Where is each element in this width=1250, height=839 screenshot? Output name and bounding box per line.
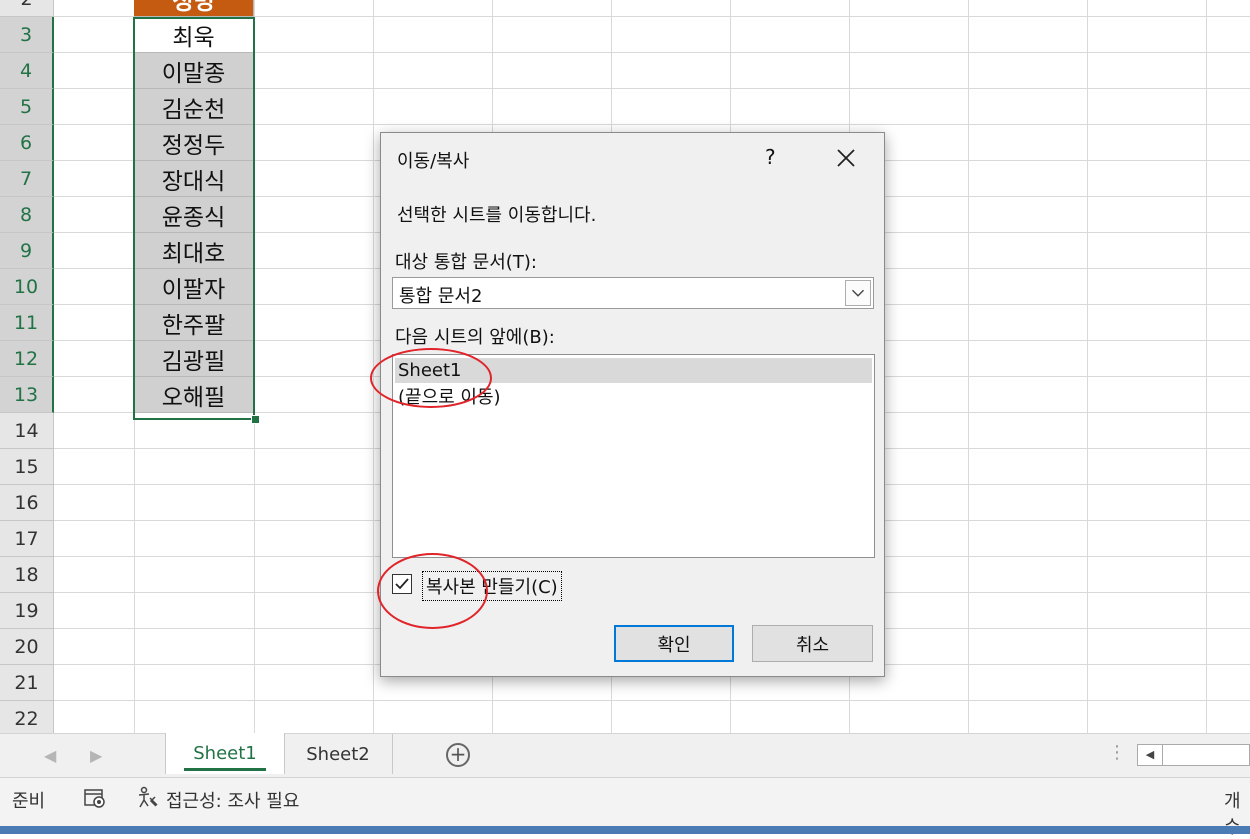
name-cell[interactable]: 최욱: [134, 17, 254, 53]
close-icon[interactable]: [833, 145, 859, 171]
row-header[interactable]: 22: [0, 701, 54, 733]
name-cell[interactable]: 윤종식: [134, 197, 254, 233]
tab-splitter-handle[interactable]: ⋮: [1108, 742, 1126, 763]
row-gridline: [54, 700, 1250, 701]
row-header[interactable]: 21: [0, 665, 54, 701]
list-item-move-to-end[interactable]: (끝으로 이동): [395, 383, 872, 408]
row-header[interactable]: 20: [0, 629, 54, 665]
target-workbook-value: 통합 문서2: [399, 286, 483, 307]
list-item-label: (끝으로 이동): [398, 386, 501, 408]
row-header[interactable]: 19: [0, 593, 54, 629]
horizontal-scrollbar[interactable]: ◀: [1137, 744, 1250, 766]
row-header[interactable]: 11: [0, 305, 54, 341]
name-cell[interactable]: 오해필: [134, 377, 254, 413]
macro-record-icon[interactable]: [84, 788, 106, 808]
name-cell[interactable]: 이팔자: [134, 269, 254, 305]
row-header[interactable]: 13: [0, 377, 54, 413]
row-header[interactable]: 4: [0, 53, 54, 89]
active-tab-underline: [184, 768, 266, 771]
tab-sheet2[interactable]: Sheet2: [284, 734, 393, 774]
make-copy-checkbox[interactable]: [392, 574, 412, 594]
tab-sheet1[interactable]: Sheet1: [165, 733, 285, 774]
name-cell[interactable]: 김순천: [134, 89, 254, 125]
name-cell[interactable]: 한주팔: [134, 305, 254, 341]
sheet-tab-bar: ◀ ▶ Sheet1 Sheet2 + ⋮ ◀: [0, 733, 1250, 778]
target-workbook-select[interactable]: 통합 문서2: [392, 277, 874, 309]
checkmark-icon: [395, 578, 409, 590]
next-sheet-icon[interactable]: ▶: [90, 746, 102, 765]
before-sheet-list[interactable]: Sheet1 (끝으로 이동): [392, 354, 875, 558]
row-header[interactable]: 9: [0, 233, 54, 269]
make-copy-label[interactable]: 복사본 만들기(C): [422, 571, 562, 601]
move-copy-dialog: 이동/복사 ? 선택한 시트를 이동합니다. 대상 통합 문서(T): 통합 문…: [380, 132, 885, 677]
row-header[interactable]: 5: [0, 89, 54, 125]
scroll-left-icon[interactable]: ◀: [1138, 745, 1163, 765]
tab-sheet1-label: Sheet1: [193, 743, 257, 764]
dialog-title: 이동/복사: [397, 151, 470, 172]
row-header[interactable]: 2: [0, 0, 54, 17]
fill-handle[interactable]: [251, 415, 260, 424]
column-gridline: [1087, 0, 1088, 733]
row-header[interactable]: 7: [0, 161, 54, 197]
name-cell[interactable]: 성명: [134, 0, 254, 17]
before-sheet-label: 다음 시트의 앞에(B):: [395, 327, 555, 348]
cancel-button[interactable]: 취소: [752, 625, 873, 662]
row-header[interactable]: 17: [0, 521, 54, 557]
name-cell[interactable]: 이말종: [134, 53, 254, 89]
help-button[interactable]: ?: [765, 145, 776, 169]
row-header[interactable]: 14: [0, 413, 54, 449]
ok-button[interactable]: 확인: [614, 625, 734, 662]
add-sheet-icon[interactable]: +: [446, 743, 470, 767]
list-item-label: Sheet1: [398, 360, 462, 381]
row-header[interactable]: 15: [0, 449, 54, 485]
name-cell[interactable]: 정정두: [134, 125, 254, 161]
column-gridline: [968, 0, 969, 733]
tab-sheet2-label: Sheet2: [306, 743, 370, 765]
column-gridline: [373, 0, 374, 733]
name-cell[interactable]: 최대호: [134, 233, 254, 269]
row-header[interactable]: 16: [0, 485, 54, 521]
list-item-sheet1[interactable]: Sheet1: [395, 358, 872, 383]
row-header[interactable]: 10: [0, 269, 54, 305]
target-workbook-label: 대상 통합 문서(T):: [395, 252, 537, 273]
row-header[interactable]: 18: [0, 557, 54, 593]
accessibility-status[interactable]: 접근성: 조사 필요: [166, 787, 299, 813]
row-header[interactable]: 6: [0, 125, 54, 161]
row-header[interactable]: 3: [0, 17, 54, 53]
column-gridline: [1206, 0, 1207, 733]
name-cell[interactable]: 장대식: [134, 161, 254, 197]
accessibility-icon[interactable]: [136, 786, 160, 810]
prev-sheet-icon[interactable]: ◀: [44, 746, 56, 765]
status-bar: 준비 접근성: 조사 필요 개수: [0, 777, 1250, 838]
taskbar-strip: [0, 826, 1250, 834]
row-header[interactable]: 8: [0, 197, 54, 233]
dialog-message: 선택한 시트를 이동합니다.: [397, 205, 597, 226]
chevron-down-icon[interactable]: [845, 280, 871, 306]
column-gridline: [254, 0, 255, 733]
row-header[interactable]: 12: [0, 341, 54, 377]
status-ready: 준비: [12, 791, 46, 812]
name-cell[interactable]: 김광필: [134, 341, 254, 377]
